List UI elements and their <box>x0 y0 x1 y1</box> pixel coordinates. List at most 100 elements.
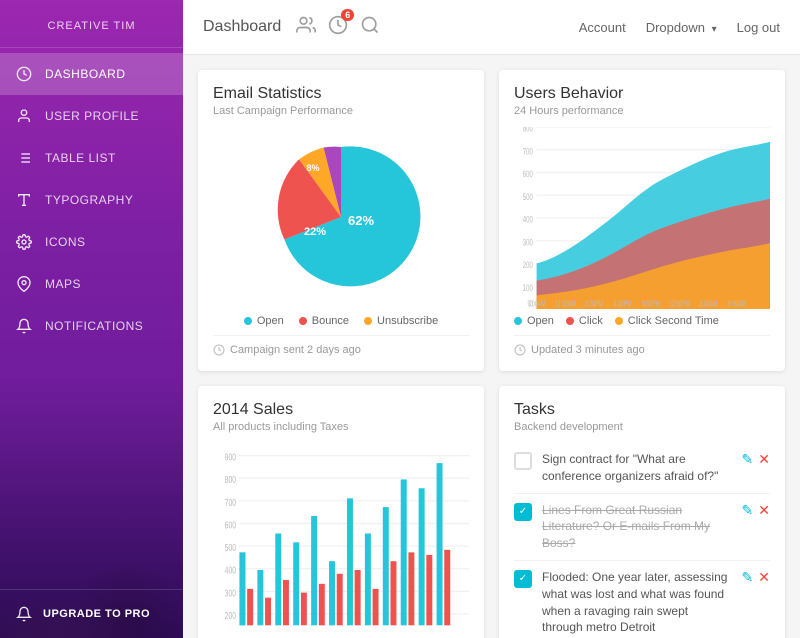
svg-text:100: 100 <box>523 283 533 294</box>
click-dot <box>566 317 574 325</box>
bounce-dot <box>299 317 307 325</box>
sidebar-upgrade-button[interactable]: Upgrade to Pro <box>0 589 183 638</box>
task-checkbox-1[interactable] <box>514 452 532 470</box>
text-icon <box>15 191 33 209</box>
sidebar-item-typography[interactable]: Typography <box>0 179 183 221</box>
sidebar-item-label: Table List <box>45 151 116 165</box>
sales-subtitle: All products including Taxes <box>213 421 469 433</box>
tasks-card: Tasks Backend development Sign contract … <box>499 386 785 638</box>
task-edit-1[interactable]: ✎ <box>742 451 754 468</box>
sidebar-logo: CREATIVE TIM <box>0 0 183 48</box>
svg-text:12:00PM: 12:00PM <box>669 301 690 309</box>
sidebar-item-label: Notifications <box>45 319 143 333</box>
sidebar-item-label: User Profile <box>45 109 139 123</box>
sidebar-item-label: Dashboard <box>45 67 126 81</box>
svg-text:500: 500 <box>523 192 533 203</box>
email-stats-title: Email Statistics <box>213 85 469 103</box>
notification-icon[interactable]: 6 <box>328 15 348 40</box>
email-stats-subtitle: Last Campaign Performance <box>213 105 469 117</box>
bell-icon <box>15 317 33 335</box>
people-icon[interactable] <box>296 15 316 40</box>
sidebar: CREATIVE TIM Dashboard User Profile Tabl… <box>0 0 183 638</box>
bar-chart-container: 900 800 700 600 500 400 300 200 <box>213 443 469 638</box>
area-legend: Open Click Click Second Time <box>514 315 770 327</box>
sidebar-item-icons[interactable]: Icons <box>0 221 183 263</box>
clock-icon <box>15 65 33 83</box>
task-text-2: Lines From Great Russian Literature? Or … <box>542 502 732 552</box>
account-link[interactable]: Account <box>579 20 626 35</box>
sidebar-item-dashboard[interactable]: Dashboard <box>0 53 183 95</box>
svg-text:600: 600 <box>225 519 237 531</box>
task-text-1: Sign contract for "What are conference o… <box>542 451 732 485</box>
tasks-subtitle: Backend development <box>514 421 770 433</box>
svg-text:700: 700 <box>225 497 237 509</box>
pie-chart-container: 62% 22% 8% <box>213 127 469 307</box>
sidebar-item-notifications[interactable]: Notifications <box>0 305 183 347</box>
content-grid: Email Statistics Last Campaign Performan… <box>183 55 800 638</box>
svg-text:800: 800 <box>523 127 533 134</box>
svg-text:600: 600 <box>523 169 533 180</box>
sales-card: 2014 Sales All products including Taxes … <box>198 386 484 638</box>
tasks-list: Sign contract for "What are conference o… <box>514 443 770 638</box>
task-checkbox-3[interactable]: ✓ <box>514 570 532 588</box>
task-actions-1: ✎ ✕ <box>742 451 770 468</box>
open-area-dot <box>514 317 522 325</box>
list-icon <box>15 149 33 167</box>
logout-link[interactable]: Log out <box>737 20 780 35</box>
svg-text:200: 200 <box>225 610 237 622</box>
svg-text:400: 400 <box>225 564 237 576</box>
svg-text:8%: 8% <box>306 163 319 173</box>
sales-title: 2014 Sales <box>213 401 469 419</box>
search-icon[interactable] <box>360 15 380 40</box>
task-item: Sign contract for "What are conference o… <box>514 443 770 494</box>
sidebar-item-label: Typography <box>45 193 133 207</box>
page-title: Dashboard <box>203 18 281 36</box>
gear-icon <box>15 233 33 251</box>
legend-unsubscribe: Unsubscribe <box>364 315 438 327</box>
sidebar-item-maps[interactable]: Maps <box>0 263 183 305</box>
task-checkbox-2[interactable]: ✓ <box>514 503 532 521</box>
svg-text:6:00PM: 6:00PM <box>613 301 631 309</box>
pie-legend: Open Bounce Unsubscribe <box>213 315 469 327</box>
task-actions-2: ✎ ✕ <box>742 502 770 519</box>
task-text-3: Flooded: One year later, assessing what … <box>542 569 732 636</box>
users-behavior-title: Users Behavior <box>514 85 770 103</box>
task-edit-2[interactable]: ✎ <box>742 502 754 519</box>
svg-text:9:00AM: 9:00AM <box>528 301 546 309</box>
svg-text:400: 400 <box>523 214 533 225</box>
svg-text:200: 200 <box>523 260 533 271</box>
task-edit-3[interactable]: ✎ <box>742 569 754 586</box>
unsubscribe-dot <box>364 317 372 325</box>
main-content: Dashboard 6 <box>183 0 800 638</box>
task-delete-3[interactable]: ✕ <box>758 569 770 586</box>
svg-text:22%: 22% <box>304 226 326 238</box>
svg-text:800: 800 <box>225 474 237 486</box>
svg-text:300: 300 <box>225 587 237 599</box>
dropdown-link[interactable]: Dropdown ▾ <box>646 20 717 35</box>
click-second-dot <box>615 317 623 325</box>
svg-text:500: 500 <box>225 542 237 554</box>
svg-text:12:00AM: 12:00AM <box>555 301 576 309</box>
task-delete-1[interactable]: ✕ <box>758 451 770 468</box>
legend-open-area: Open <box>514 315 554 327</box>
sidebar-item-label: Icons <box>45 235 86 249</box>
svg-text:9:00PM: 9:00PM <box>642 301 660 309</box>
bell-icon <box>15 605 33 623</box>
sidebar-item-table-list[interactable]: Table List <box>0 137 183 179</box>
task-item: ✓ Lines From Great Russian Literature? O… <box>514 494 770 561</box>
legend-click-second-area: Click Second Time <box>615 315 719 327</box>
open-dot <box>244 317 252 325</box>
svg-text:700: 700 <box>523 146 533 157</box>
sidebar-nav: Dashboard User Profile Table List Typogr… <box>0 48 183 589</box>
notification-badge: 6 <box>341 9 354 21</box>
task-delete-2[interactable]: ✕ <box>758 502 770 519</box>
task-item: ✓ Flooded: One year later, assessing wha… <box>514 561 770 638</box>
svg-text:300: 300 <box>523 237 533 248</box>
svg-text:3:00PM: 3:00PM <box>585 301 603 309</box>
upgrade-label: Upgrade to Pro <box>43 608 150 620</box>
sidebar-item-user-profile[interactable]: User Profile <box>0 95 183 137</box>
tasks-title: Tasks <box>514 401 770 419</box>
topbar: Dashboard 6 <box>183 0 800 55</box>
legend-click-area: Click <box>566 315 603 327</box>
users-behavior-card: Users Behavior 24 Hours performance 800 … <box>499 70 785 371</box>
